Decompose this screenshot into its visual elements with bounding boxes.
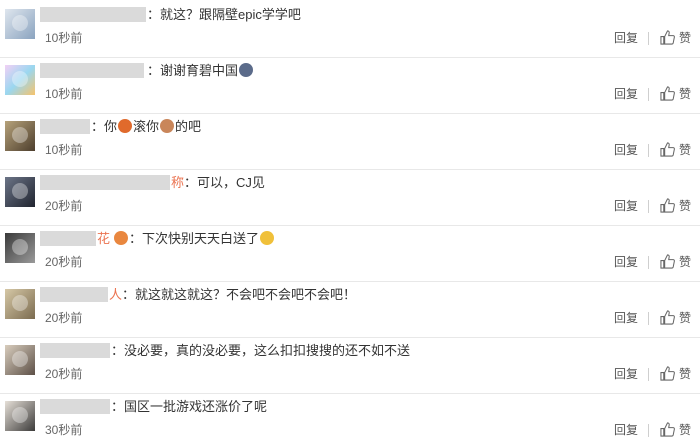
username-redacted[interactable] — [40, 399, 110, 414]
reply-button[interactable]: 回复 — [614, 31, 638, 45]
comment-row: ：没必要，真的没必要，这么扣扣搜搜的还不如不送 20秒前 回复 赞 — [0, 338, 700, 394]
comment-text-mid: 滚你 — [133, 119, 160, 134]
action-divider — [648, 368, 649, 381]
like-label: 赞 — [679, 143, 692, 157]
comment-text: ：国区一批游戏还涨价了呢 — [111, 399, 268, 414]
comment-line: 称：可以，CJ见 — [171, 174, 265, 191]
action-divider — [648, 312, 649, 325]
like-label: 赞 — [679, 199, 692, 213]
thumbs-up-icon — [660, 310, 675, 325]
emoji-icon — [239, 63, 254, 77]
like-button[interactable]: 赞 — [660, 86, 691, 102]
comment-text: ：就这就这就这？不会吧不会吧不会吧！ — [122, 287, 357, 302]
reply-button[interactable]: 回复 — [614, 311, 638, 325]
timestamp: 30秒前 — [45, 423, 83, 437]
timestamp: 20秒前 — [45, 367, 83, 381]
like-button[interactable]: 赞 — [660, 422, 691, 438]
comment-row: 人：就这就这就这？不会吧不会吧不会吧！ 20秒前 回复 赞 — [0, 282, 700, 338]
username-tail[interactable]: 花 — [97, 231, 110, 246]
username-redacted[interactable] — [40, 287, 108, 302]
username-redacted[interactable] — [40, 343, 110, 358]
badge-icon — [114, 231, 129, 245]
timestamp: 10秒前 — [45, 31, 83, 45]
username-tail[interactable]: 称 — [171, 175, 184, 190]
comment-line: ：国区一批游戏还涨价了呢 — [111, 398, 267, 415]
username-redacted[interactable] — [40, 7, 146, 22]
comment-row: ：国区一批游戏还涨价了呢 30秒前 回复 赞 — [0, 394, 700, 438]
comment-row: 称：可以，CJ见 20秒前 回复 赞 — [0, 170, 700, 226]
thumbs-up-icon — [660, 142, 675, 157]
action-divider — [648, 424, 649, 437]
timestamp: 20秒前 — [45, 199, 83, 213]
like-button[interactable]: 赞 — [660, 254, 691, 270]
comment-text: ：没必要，真的没必要，这么扣扣搜搜的还不如不送 — [111, 343, 411, 358]
comment-text: ：可以，CJ见 — [184, 175, 265, 190]
username-redacted[interactable] — [40, 175, 170, 190]
comment-row: 花 ：下次快别天天白送了 20秒前 回复 赞 — [0, 226, 700, 282]
like-label: 赞 — [679, 31, 692, 45]
reply-button[interactable]: 回复 — [614, 87, 638, 101]
like-button[interactable]: 赞 — [660, 198, 691, 214]
like-label: 赞 — [679, 87, 692, 101]
timestamp: 20秒前 — [45, 255, 83, 269]
like-button[interactable]: 赞 — [660, 366, 691, 382]
action-divider — [648, 144, 649, 157]
comment-list: ：就这？跟隔壁epic学学吧 10秒前 回复 赞 ：谢谢育碧中国 10秒前 回复… — [0, 0, 700, 438]
comment-line: ：你 滚你 的吧 — [91, 118, 201, 135]
reply-button[interactable]: 回复 — [614, 143, 638, 157]
reply-button[interactable]: 回复 — [614, 423, 638, 437]
like-button[interactable]: 赞 — [660, 310, 691, 326]
reply-button[interactable]: 回复 — [614, 199, 638, 213]
comment-row: ：你 滚你 的吧 10秒前 回复 赞 — [0, 114, 700, 170]
comment-text: ：谢谢育碧中国 — [147, 63, 239, 78]
like-label: 赞 — [679, 311, 692, 325]
comment-text: ：你 — [91, 119, 118, 134]
timestamp: 10秒前 — [45, 143, 83, 157]
avatar[interactable] — [5, 177, 35, 207]
username-tail[interactable]: 人 — [109, 287, 122, 302]
timestamp: 10秒前 — [45, 87, 83, 101]
thumbs-up-icon — [660, 198, 675, 213]
action-divider — [648, 256, 649, 269]
reply-button[interactable]: 回复 — [614, 367, 638, 381]
action-divider — [648, 200, 649, 213]
comment-line: 人：就这就这就这？不会吧不会吧不会吧！ — [109, 286, 356, 303]
comment-row: ：就这？跟隔壁epic学学吧 10秒前 回复 赞 — [0, 2, 700, 58]
comment-line: ：就这？跟隔壁epic学学吧 — [147, 6, 301, 23]
username-redacted[interactable] — [40, 63, 144, 78]
thumbs-up-icon — [660, 254, 675, 269]
comment-text-end: 的吧 — [175, 119, 202, 134]
comment-line: ：谢谢育碧中国 — [147, 62, 254, 79]
avatar[interactable] — [5, 9, 35, 39]
avatar[interactable] — [5, 401, 35, 431]
avatar[interactable] — [5, 65, 35, 95]
emoji-icon — [118, 119, 133, 133]
like-label: 赞 — [679, 367, 692, 381]
username-redacted[interactable] — [40, 231, 96, 246]
like-button[interactable]: 赞 — [660, 30, 691, 46]
avatar[interactable] — [5, 121, 35, 151]
avatar[interactable] — [5, 289, 35, 319]
reply-button[interactable]: 回复 — [614, 255, 638, 269]
emoji-icon — [260, 231, 275, 245]
comment-line: ：没必要，真的没必要，这么扣扣搜搜的还不如不送 — [111, 342, 410, 359]
avatar[interactable] — [5, 345, 35, 375]
thumbs-up-icon — [660, 30, 675, 45]
emoji-icon — [160, 119, 175, 133]
comment-text: ：就这？跟隔壁epic学学吧 — [147, 7, 301, 22]
like-label: 赞 — [679, 423, 692, 437]
comment-line: 花 ：下次快别天天白送了 — [97, 230, 275, 247]
like-button[interactable]: 赞 — [660, 142, 691, 158]
comment-text: ：下次快别天天白送了 — [129, 231, 260, 246]
timestamp: 20秒前 — [45, 311, 83, 325]
like-label: 赞 — [679, 255, 692, 269]
thumbs-up-icon — [660, 366, 675, 381]
action-divider — [648, 32, 649, 45]
thumbs-up-icon — [660, 86, 675, 101]
action-divider — [648, 88, 649, 101]
avatar[interactable] — [5, 233, 35, 263]
thumbs-up-icon — [660, 422, 675, 437]
username-redacted[interactable] — [40, 119, 90, 134]
comment-row: ：谢谢育碧中国 10秒前 回复 赞 — [0, 58, 700, 114]
